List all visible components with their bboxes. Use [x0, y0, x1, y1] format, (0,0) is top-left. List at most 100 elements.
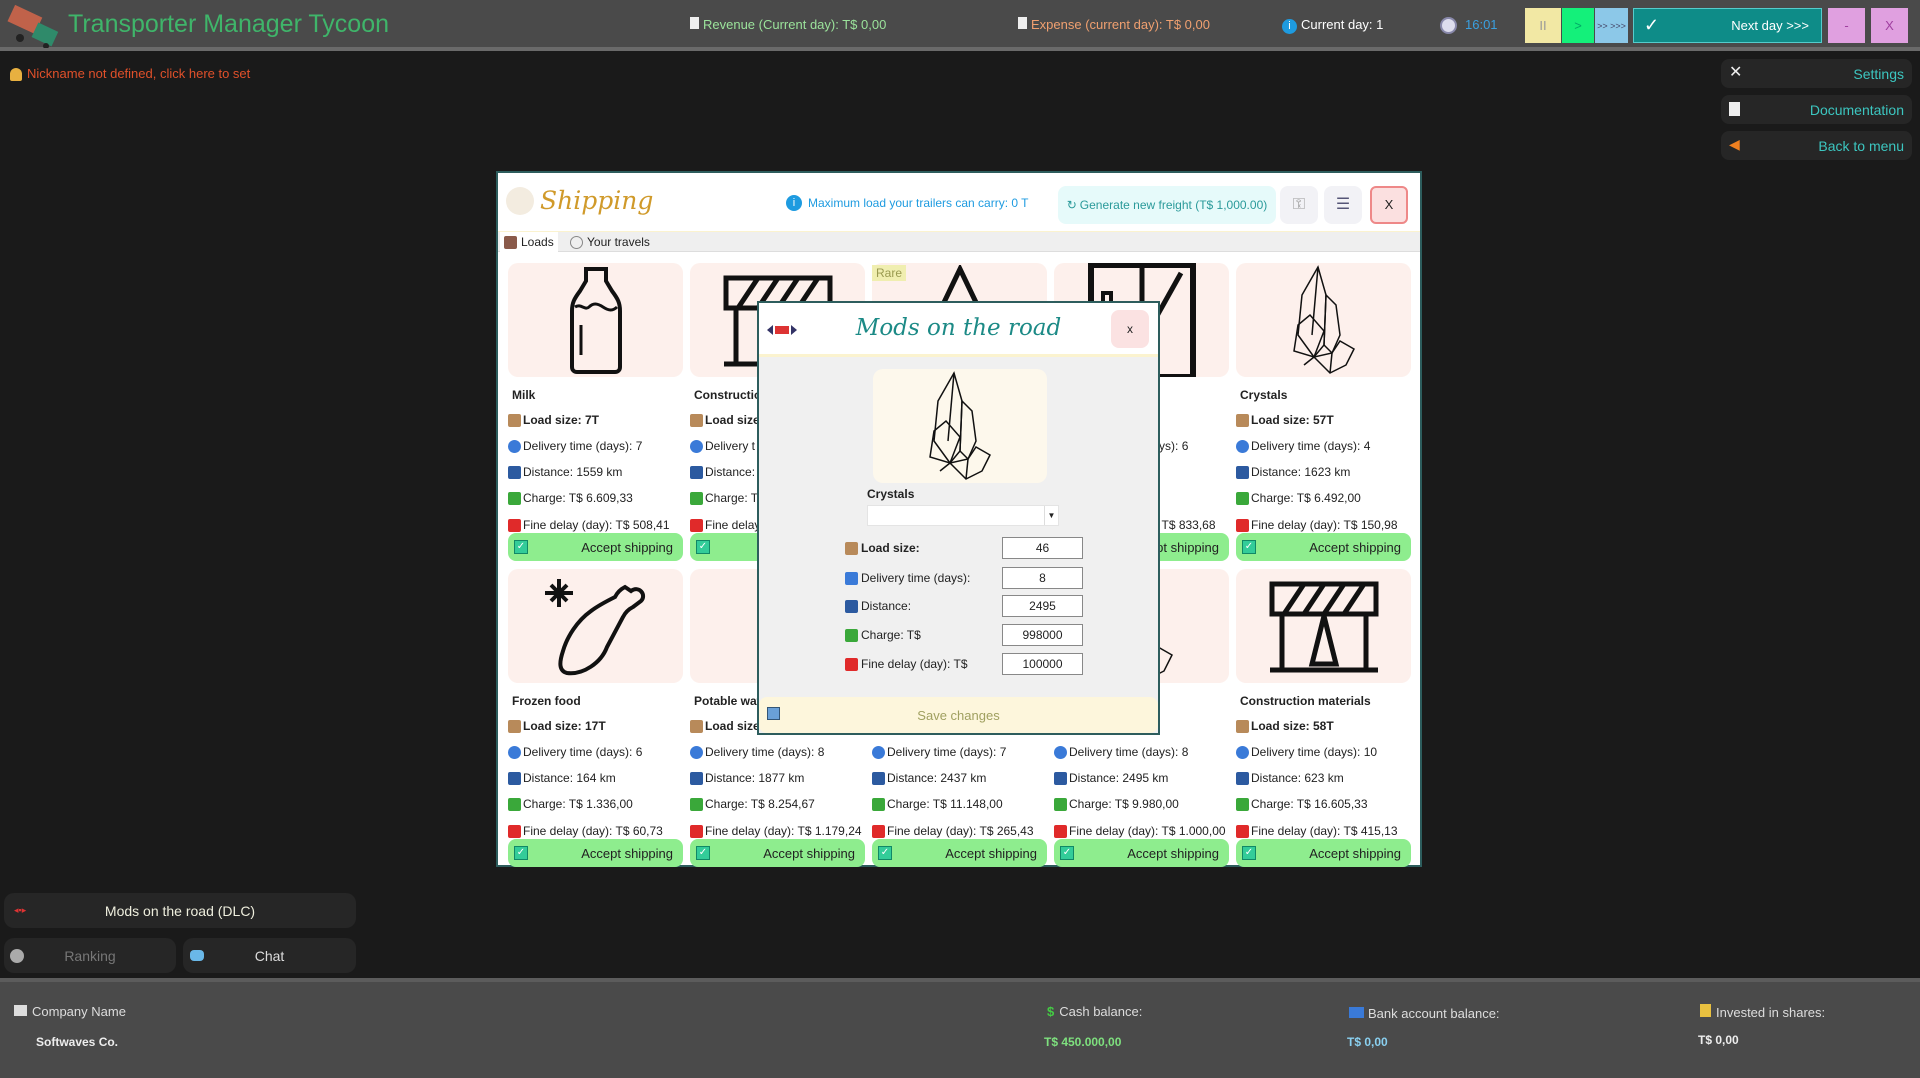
clock-icon [1236, 746, 1249, 759]
bank-card-icon [1349, 1007, 1364, 1018]
mods-dlc-button[interactable]: ◂▪▸Mods on the road (DLC) [4, 893, 356, 928]
chat-label: Chat [255, 948, 285, 964]
documentation-button[interactable]: Documentation [1721, 95, 1912, 124]
map-icon [508, 772, 521, 785]
back-label: Back to menu [1818, 138, 1904, 154]
warning-icon [508, 519, 521, 532]
accept-shipping-button[interactable]: ✓Accept shipping [1054, 839, 1229, 867]
accept-shipping-button[interactable]: ✓Accept shipping [508, 839, 683, 867]
clock-icon [690, 746, 703, 759]
dialog-close-button[interactable]: x [1111, 310, 1149, 348]
accept-shipping-label: Accept shipping [1127, 846, 1219, 861]
field-label-text: Distance: [861, 599, 911, 613]
shares-value: T$ 0,00 [1698, 1033, 1739, 1047]
ranking-label: Ranking [64, 948, 115, 964]
shares-icon [1700, 1004, 1711, 1017]
minimize-button[interactable]: - [1828, 8, 1865, 43]
load-fine: Fine delay (day): T$ 1.179,24 [690, 824, 862, 838]
top-bar: Transporter Manager Tycoon Revenue (Curr… [0, 0, 1920, 51]
field-label-text: Charge: T$ [861, 628, 921, 642]
box-icon [845, 542, 858, 555]
cash-label: $Cash balance: [1047, 1004, 1142, 1019]
expense-text: Expense (current day): T$ 0,00 [1018, 17, 1210, 32]
clock-icon [508, 440, 521, 453]
load-delivery: Delivery time (days): 8 [1054, 745, 1188, 759]
clock-icon [872, 746, 885, 759]
box-icon [690, 414, 703, 427]
dollar-icon [845, 629, 858, 642]
settings-button[interactable]: ✕Settings [1721, 59, 1912, 88]
warning-icon [1236, 825, 1249, 838]
accept-shipping-button[interactable]: ✓ Accept shipping [872, 839, 1047, 867]
accept-shipping-button[interactable]: ✓Accept shipping [1236, 839, 1411, 867]
fast-forward-button[interactable]: >> >>> [1595, 8, 1628, 43]
close-app-button[interactable]: X [1871, 8, 1908, 43]
accept-shipping-label: Accept shipping [1309, 540, 1401, 555]
load-distance: Distance: 623 km [1236, 771, 1344, 785]
check-icon: ✓ [878, 846, 892, 860]
load-fine: Fine delay (day): T$ 415,13 [1236, 824, 1398, 838]
load-delivery-text: Delivery time (days): 8 [705, 745, 824, 759]
field-label-4: Fine delay (day): T$ [845, 657, 968, 671]
accept-shipping-button[interactable]: ✓ Accept shipping [690, 839, 865, 867]
load-charge-text: Charge: T$ 16.605,33 [1251, 797, 1368, 811]
map-icon [872, 772, 885, 785]
box-icon [508, 720, 521, 733]
ranking-button[interactable]: Ranking [4, 938, 176, 973]
accept-shipping-label: Accept shipping [763, 846, 855, 861]
field-label-0: Load size: [845, 541, 920, 555]
accept-shipping-button[interactable]: ✓Accept shipping [1236, 533, 1411, 561]
field-input-4[interactable]: 100000 [1002, 653, 1083, 675]
company-label: Company Name [14, 1004, 126, 1019]
load-fine-text: Fine delay (day): T$ 60,73 [523, 824, 663, 838]
warning-icon [690, 519, 703, 532]
next-day-label: Next day >>> [1731, 18, 1809, 33]
field-label-text: Load size: [861, 541, 920, 555]
load-charge: Charge: T$ 8.254,67 [690, 797, 815, 811]
load-distance-text: Distance: 1559 km [523, 465, 622, 479]
field-label-1: Delivery time (days): [845, 571, 970, 585]
field-input-0[interactable]: 46 [1002, 537, 1083, 559]
box-icon [1236, 720, 1249, 733]
load-fine: Fine delay (day): T$ 150,98 [1236, 518, 1398, 532]
field-input-3[interactable]: 998000 [1002, 624, 1083, 646]
revenue-value: Revenue (Current day): T$ 0,00 [703, 17, 886, 32]
box-icon [1236, 414, 1249, 427]
field-input-2[interactable]: 2495 [1002, 595, 1083, 617]
map-icon [845, 600, 858, 613]
tools-icon: ✕ [1729, 62, 1742, 82]
load-load: Load size: 7T [508, 413, 599, 427]
item-select[interactable]: ▼ [867, 505, 1059, 526]
pause-button[interactable]: II [1525, 8, 1561, 43]
load-load-text: Load size: 7T [523, 413, 599, 427]
revenue-text: Revenue (Current day): T$ 0,00 [690, 17, 886, 32]
check-icon: ✓ [696, 846, 710, 860]
user-icon [10, 68, 22, 81]
dollar-icon [1054, 798, 1067, 811]
accept-shipping-button[interactable]: ✓Accept shipping [508, 533, 683, 561]
load-delivery-text: Delivery time (days): 7 [887, 745, 1006, 759]
load-charge: Charge: T$ [690, 491, 765, 505]
load-charge-text: Charge: T$ 9.980,00 [1069, 797, 1179, 811]
map-icon [508, 466, 521, 479]
company-label-text: Company Name [32, 1004, 126, 1019]
next-day-button[interactable]: ✓Next day >>> [1633, 8, 1822, 43]
nickname-link[interactable]: Nickname not defined, click here to set [10, 66, 250, 81]
load-distance: Distance: [690, 465, 755, 479]
load-fine: Fine delay (day): T$ 60,73 [508, 824, 663, 838]
field-input-1[interactable]: 8 [1002, 567, 1083, 589]
accept-shipping-label: Accept shipping [945, 846, 1037, 861]
warning-icon [845, 658, 858, 671]
time-value: 16:01 [1465, 17, 1498, 32]
chat-icon [190, 950, 204, 961]
save-changes-button[interactable]: Save changes [759, 697, 1158, 733]
check-icon: ✓ [696, 540, 710, 554]
frozen-drumstick-icon [508, 569, 683, 683]
play-button[interactable]: > [1562, 8, 1594, 43]
load-charge-text: Charge: T$ 6.492,00 [1251, 491, 1361, 505]
document-icon [690, 17, 699, 29]
back-to-menu-button[interactable]: ◀Back to menu [1721, 131, 1912, 160]
load-fine-text: Fine delay [705, 518, 760, 532]
chat-button[interactable]: Chat [183, 938, 356, 973]
load-delivery: Delivery time (days): 7 [508, 439, 642, 453]
